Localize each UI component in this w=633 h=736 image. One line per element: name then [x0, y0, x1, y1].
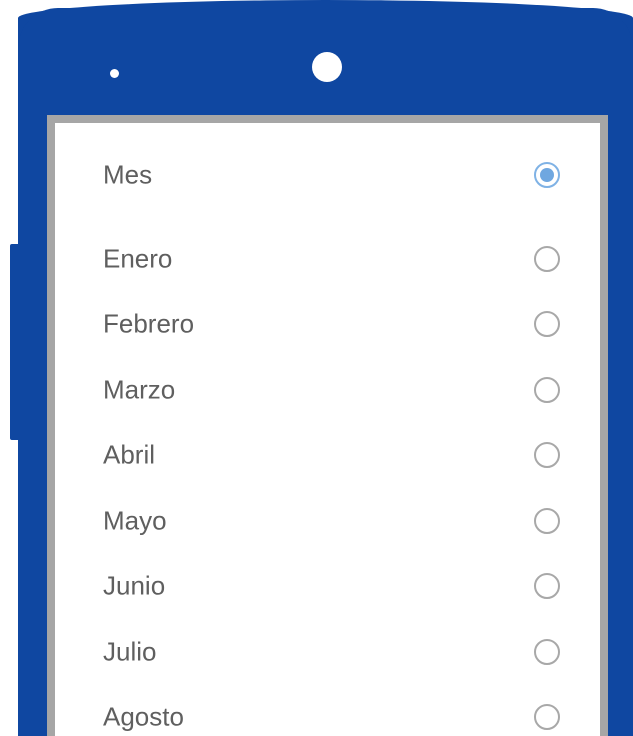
- radio-unselected-icon[interactable]: [534, 704, 560, 730]
- radio-option-label: Enero: [103, 243, 173, 274]
- radio-option-label: Abril: [103, 439, 156, 470]
- radio-option-label: Mes: [103, 159, 153, 190]
- radio-option-header[interactable]: Mes: [55, 145, 600, 205]
- radio-option-marzo[interactable]: Marzo: [55, 360, 600, 420]
- radio-unselected-icon[interactable]: [534, 508, 560, 534]
- device-stage: Mes Enero Febrero Marzo Abril Mayo Junio…: [0, 0, 633, 736]
- phone-side-button: [10, 244, 20, 440]
- radio-option-abril[interactable]: Abril: [55, 425, 600, 485]
- radio-option-label: Mayo: [103, 505, 167, 536]
- radio-unselected-icon[interactable]: [534, 573, 560, 599]
- sensor-icon: [110, 69, 119, 78]
- radio-option-label: Junio: [103, 570, 166, 601]
- radio-unselected-icon[interactable]: [534, 377, 560, 403]
- radio-unselected-icon[interactable]: [534, 639, 560, 665]
- radio-unselected-icon[interactable]: [534, 442, 560, 468]
- radio-option-julio[interactable]: Julio: [55, 622, 600, 682]
- camera-icon: [312, 52, 342, 82]
- radio-option-mayo[interactable]: Mayo: [55, 491, 600, 551]
- radio-option-label: Agosto: [103, 701, 184, 732]
- radio-option-label: Julio: [103, 636, 157, 667]
- radio-option-label: Marzo: [103, 374, 176, 405]
- radio-option-label: Febrero: [103, 308, 195, 339]
- radio-unselected-icon[interactable]: [534, 311, 560, 337]
- phone-screen: Mes Enero Febrero Marzo Abril Mayo Junio…: [47, 115, 608, 736]
- radio-option-junio[interactable]: Junio: [55, 556, 600, 616]
- radio-option-agosto[interactable]: Agosto: [55, 687, 600, 736]
- radio-option-enero[interactable]: Enero: [55, 229, 600, 289]
- radio-selected-icon[interactable]: [534, 162, 560, 188]
- radio-unselected-icon[interactable]: [534, 246, 560, 272]
- radio-option-febrero[interactable]: Febrero: [55, 294, 600, 354]
